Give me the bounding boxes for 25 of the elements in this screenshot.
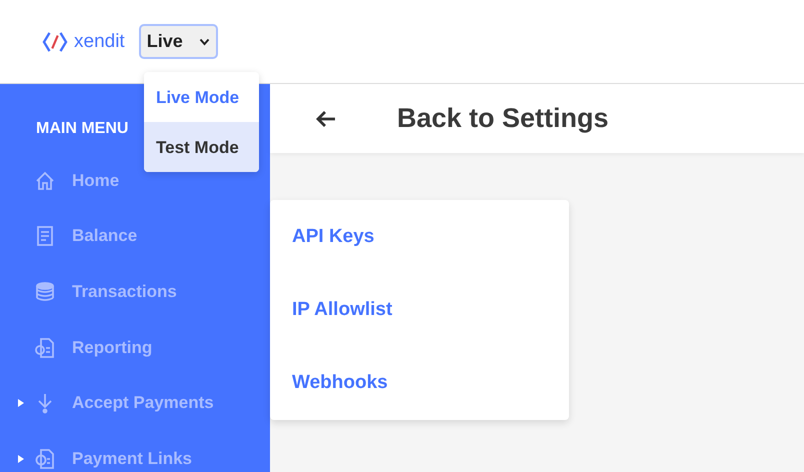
logo-text: xendit <box>74 30 125 52</box>
sidebar-item[interactable]: Accept Payments <box>72 393 214 414</box>
mode-option[interactable]: Test Mode <box>144 122 259 172</box>
logo-icon <box>42 30 68 52</box>
sidebar-item[interactable]: Reporting <box>72 338 152 358</box>
report-icon <box>34 336 56 359</box>
settings-link[interactable]: Webhooks <box>292 372 388 394</box>
sidebar-item[interactable]: Transactions <box>72 282 177 302</box>
invoice-icon <box>34 448 56 470</box>
sidebar-item[interactable]: Balance <box>72 226 138 246</box>
coins-icon <box>34 280 56 303</box>
document-icon <box>34 225 56 248</box>
menu-heading: MAIN MENU <box>35 120 130 139</box>
home-icon <box>34 170 56 192</box>
caret-icon <box>198 38 210 46</box>
settings-link[interactable]: API Keys <box>292 226 374 248</box>
expand-icon[interactable] <box>18 399 24 408</box>
sidebar-item[interactable]: Home <box>72 170 120 191</box>
back-arrow-icon[interactable] <box>315 110 337 128</box>
mode-option[interactable]: Live Mode <box>144 72 259 122</box>
sidebar-item[interactable]: Payment Links <box>72 448 192 469</box>
mode-select[interactable]: Live <box>138 24 218 59</box>
settings-link[interactable]: IP Allowlist <box>292 298 392 321</box>
page-title: Back to Settings <box>397 103 609 134</box>
expand-icon[interactable] <box>18 454 24 463</box>
